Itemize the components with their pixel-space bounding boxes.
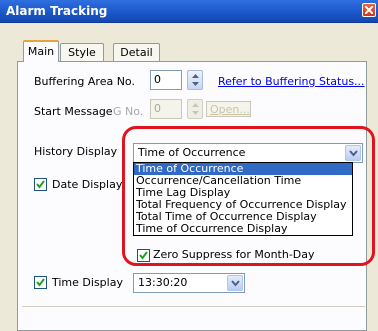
time-display-checkbox[interactable] [34,276,47,289]
chevron-down-icon [231,280,240,287]
spin-arrows-icon [192,103,199,115]
date-display-checkbox[interactable] [34,178,47,191]
buffering-area-label: Buffering Area No. [34,75,135,88]
highlight-annotation [122,126,375,266]
refer-buffering-status-link[interactable]: Refer to Buffering Status... [218,75,365,88]
time-display-label: Time Display [52,276,123,289]
time-display-value: 13:30:20 [138,276,188,289]
time-display-combo[interactable]: 13:30:20 [133,273,245,293]
close-icon [365,6,373,14]
tab-style-label: Style [68,46,96,59]
time-display-dropdown-button[interactable] [227,275,243,291]
close-button[interactable] [362,3,376,17]
open-button[interactable]: Open... [206,101,251,117]
buffering-area-spinner[interactable] [187,70,203,90]
tab-main[interactable]: Main [23,40,59,62]
checkmark-icon [36,278,45,287]
gno-label: G No. [113,105,144,118]
tab-main-label: Main [27,45,55,58]
window-title: Alarm Tracking [6,4,108,18]
open-button-label: Open... [210,103,250,116]
date-display-label: Date Display [52,178,123,191]
tab-detail-label: Detail [120,46,153,59]
tab-detail[interactable]: Detail [113,43,160,62]
start-message-gno-input[interactable]: 0 [150,99,182,119]
history-display-label: History Display [34,145,118,158]
start-message-label: Start Message [34,105,113,118]
start-message-spinner[interactable] [187,99,203,119]
checkmark-icon [36,180,45,189]
spin-arrows-icon [192,74,199,86]
title-bar: Alarm Tracking [0,0,378,23]
section-divider [22,306,365,307]
tab-style[interactable]: Style [60,43,104,62]
buffering-area-input[interactable]: 0 [150,70,182,90]
